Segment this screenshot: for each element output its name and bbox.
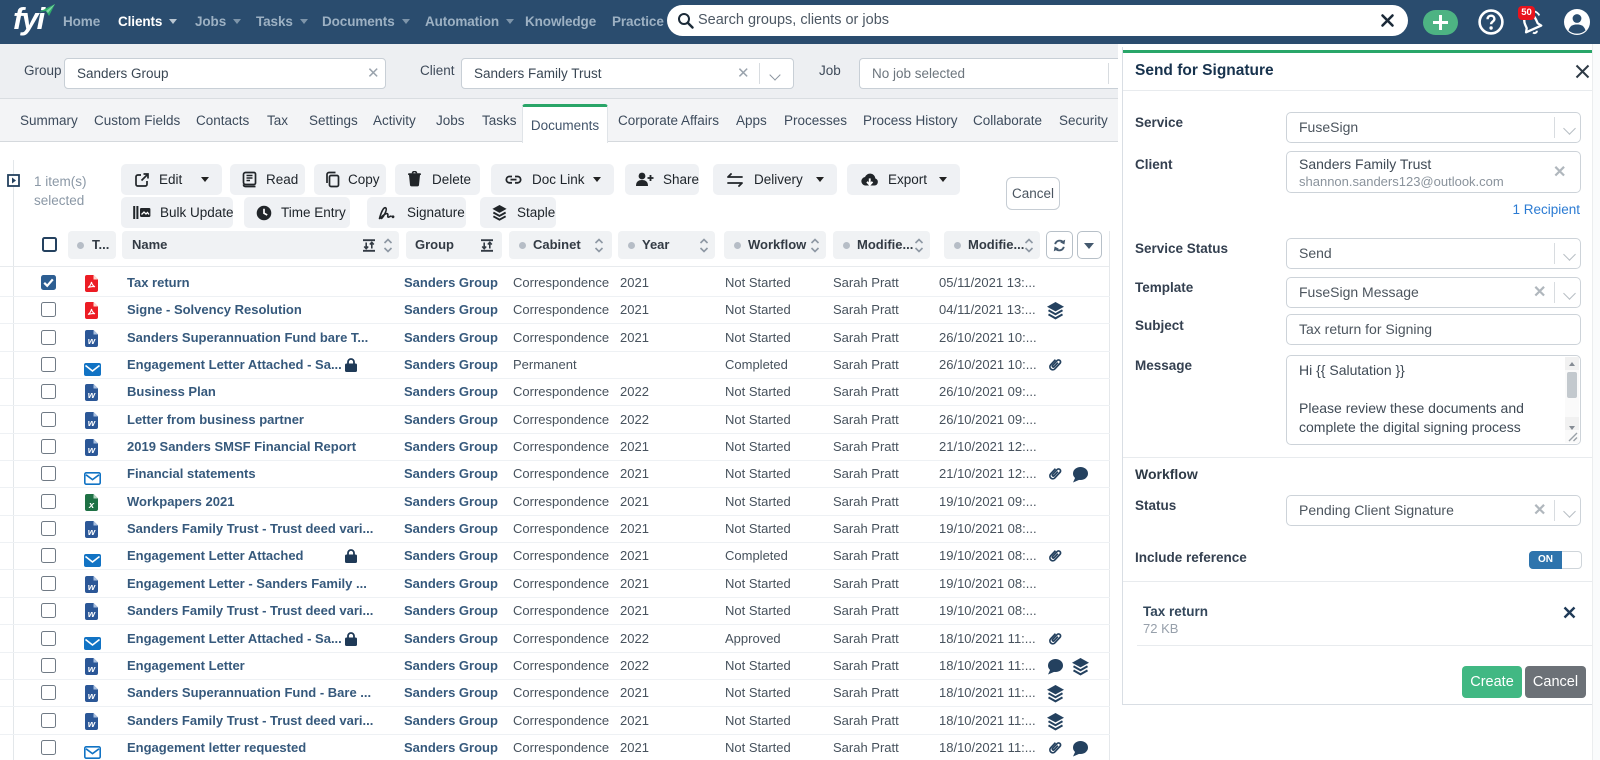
svg-text:w: w	[88, 445, 96, 456]
svg-text:w: w	[88, 336, 96, 347]
svg-text:w: w	[88, 719, 96, 730]
svg-text:w: w	[88, 527, 96, 538]
svg-text:x: x	[88, 500, 95, 511]
svg-text:w: w	[88, 390, 96, 401]
svg-text:w: w	[88, 582, 96, 593]
svg-text:w: w	[88, 418, 96, 429]
svg-text:w: w	[88, 609, 96, 620]
svg-text:w: w	[88, 664, 96, 675]
svg-text:w: w	[88, 691, 96, 702]
